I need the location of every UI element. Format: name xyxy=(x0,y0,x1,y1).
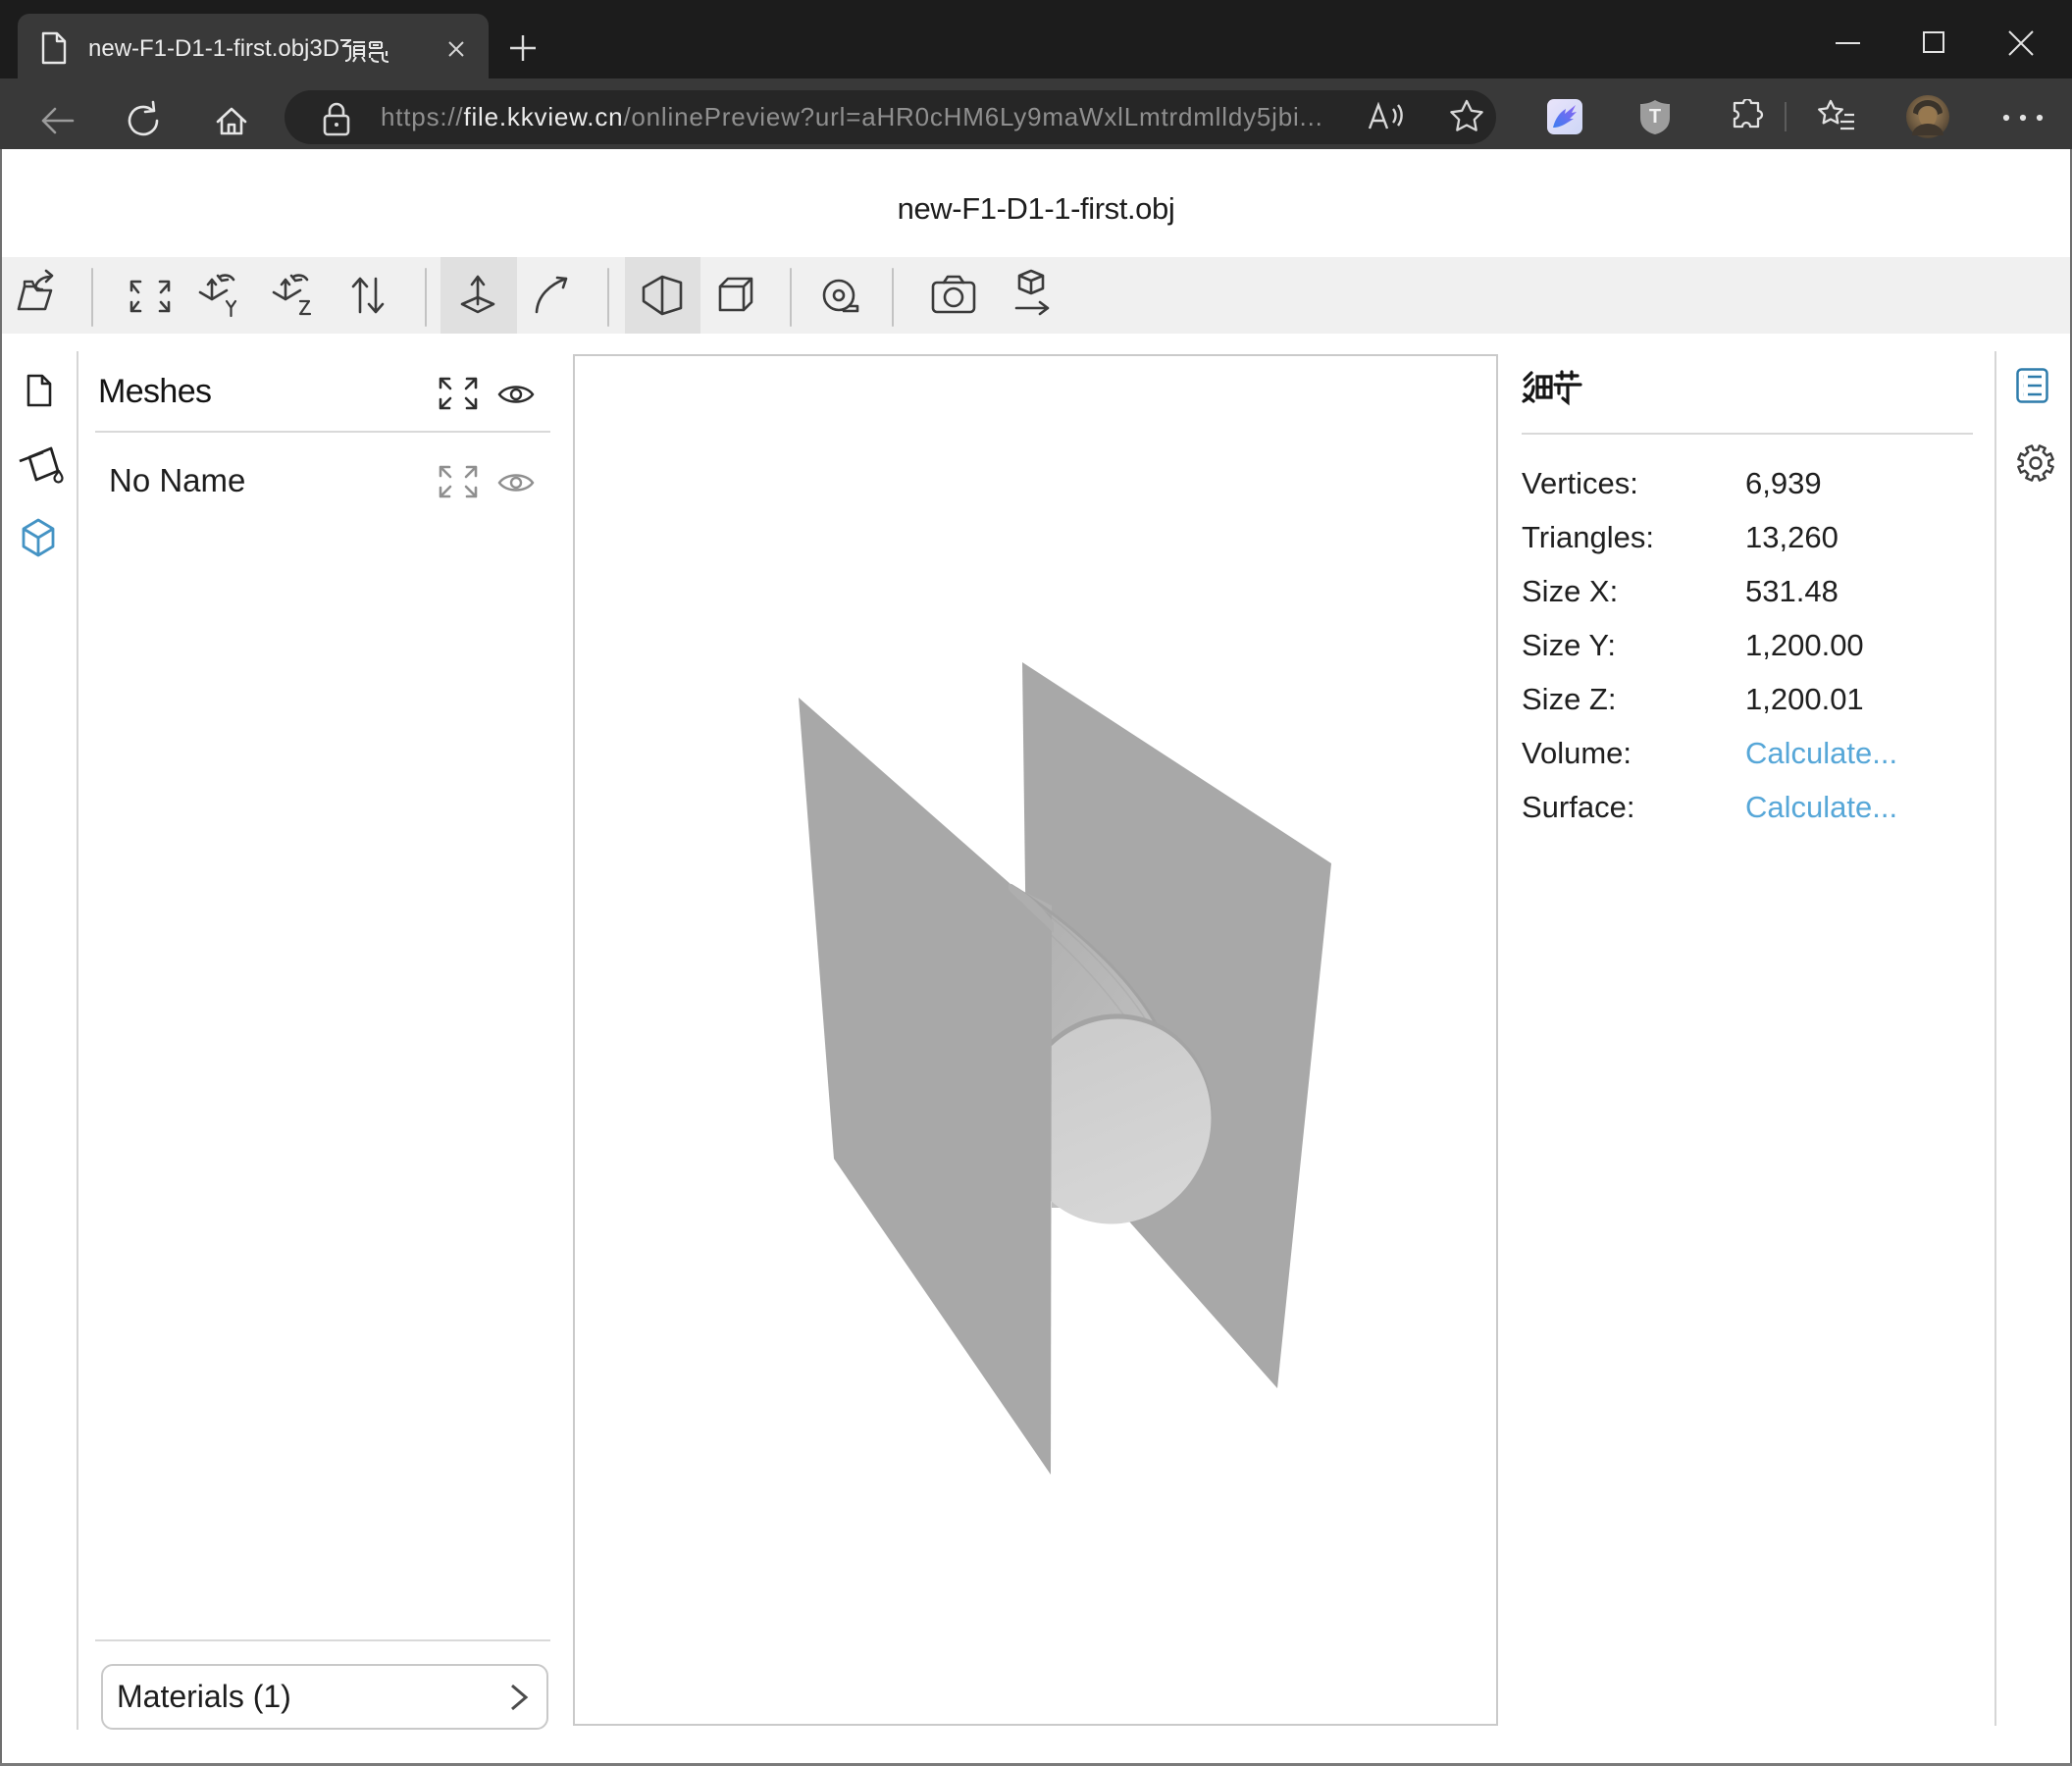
svg-text:T: T xyxy=(1649,106,1661,128)
